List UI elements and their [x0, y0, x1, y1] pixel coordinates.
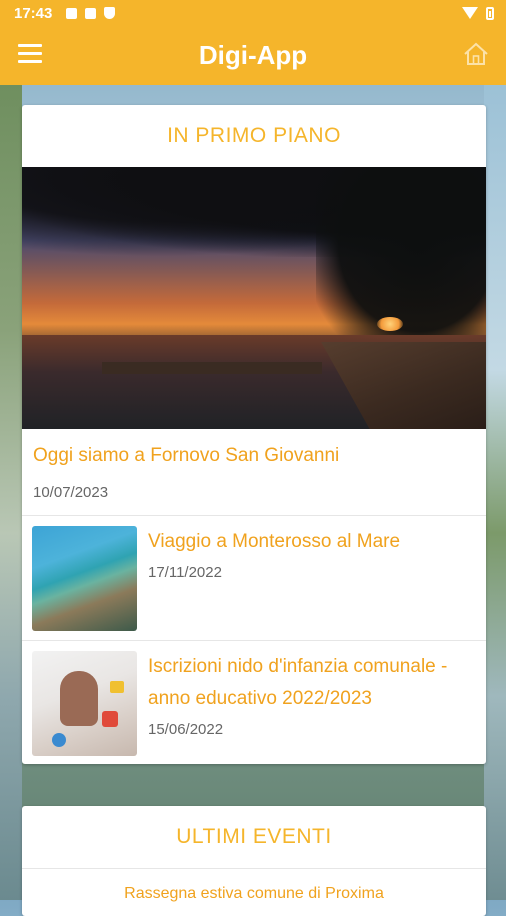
top-story-image[interactable] [22, 167, 486, 429]
toy [102, 711, 118, 727]
menu-icon[interactable] [18, 44, 42, 64]
toy [52, 733, 66, 747]
status-bar: 17:43 [0, 0, 506, 26]
home-icon[interactable] [462, 40, 490, 68]
wifi-icon [462, 7, 478, 19]
child-figure [60, 671, 98, 726]
featured-heading: IN PRIMO PIANO [167, 124, 341, 147]
sunset-glow [377, 317, 403, 331]
app-bar: Digi-App [0, 26, 506, 85]
battery-icon [486, 6, 494, 20]
shield-icon [104, 7, 116, 19]
toy [110, 681, 124, 693]
app-title: Digi-App [198, 40, 308, 70]
top-story-date: 10/07/2023 [33, 484, 109, 501]
top-story[interactable]: Oggi siamo a Fornovo San Giovanni 10/07/… [22, 429, 486, 516]
notification-icon [85, 7, 97, 19]
featured-card: IN PRIMO PIANO Oggi siamo a Fornovo San … [22, 105, 486, 764]
news-item[interactable]: Viaggio a Monterosso al Mare 17/11/2022 [22, 516, 486, 641]
event-item[interactable]: Rassegna estiva comune di Proxima [22, 868, 486, 903]
tree-silhouette-right [316, 167, 486, 357]
news-date: 17/11/2022 [148, 564, 222, 581]
status-notification-icons [66, 7, 116, 19]
news-item[interactable]: Iscrizioni nido d'infanzia comunale - an… [22, 641, 486, 764]
top-story-title[interactable]: Oggi siamo a Fornovo San Giovanni [33, 445, 339, 467]
news-thumbnail[interactable] [32, 526, 137, 631]
status-system-icons [462, 6, 494, 20]
background-scenery-right [484, 85, 506, 900]
news-thumbnail[interactable] [32, 651, 137, 756]
pier [102, 362, 322, 374]
news-title[interactable]: Iscrizioni nido d'infanzia comunale - an… [148, 651, 476, 715]
image-icon [66, 7, 78, 19]
news-date: 15/06/2022 [148, 721, 224, 738]
events-heading: ULTIMI EVENTI [176, 825, 332, 848]
news-title[interactable]: Viaggio a Monterosso al Mare [148, 526, 476, 558]
background-scenery-left [0, 85, 22, 900]
status-time: 17:43 [14, 4, 53, 22]
